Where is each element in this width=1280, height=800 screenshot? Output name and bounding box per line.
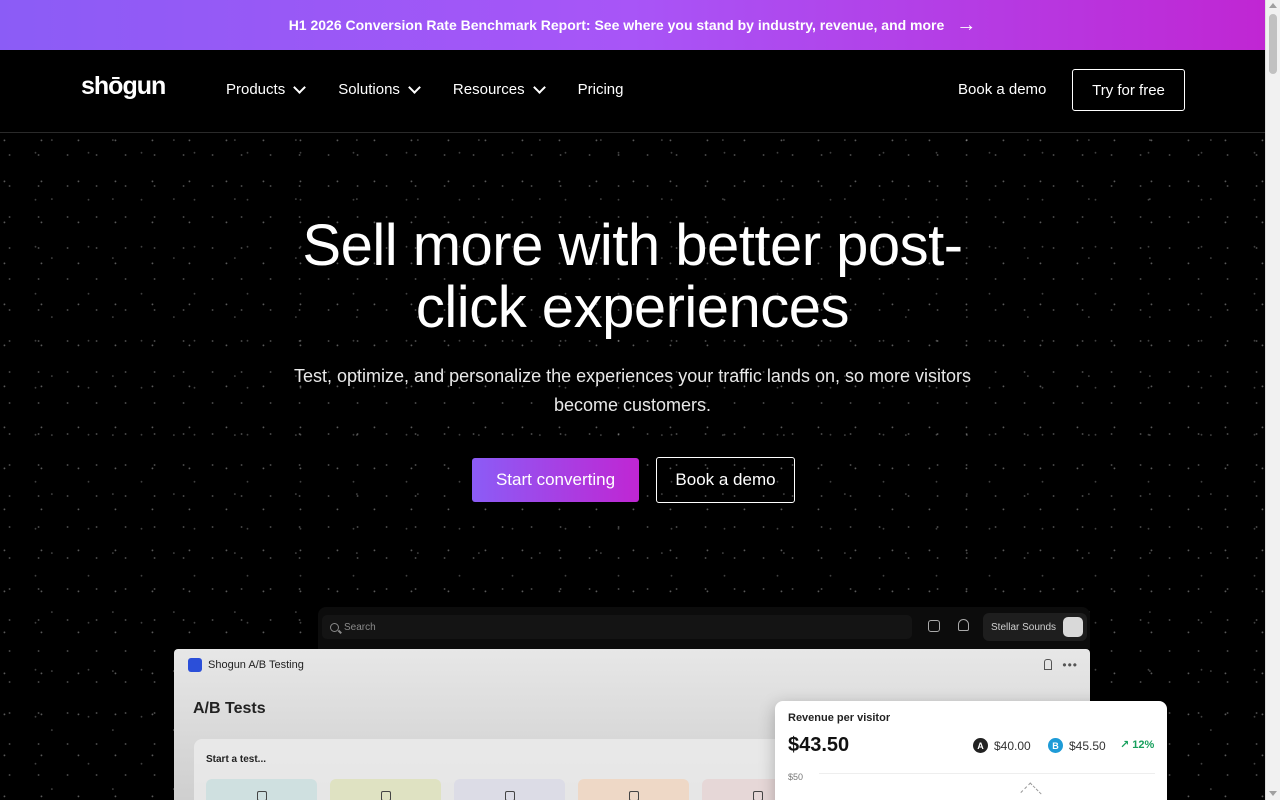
hero-title-line-1: Sell more with better post- <box>302 213 963 278</box>
more-icon: ••• <box>1062 658 1078 672</box>
try-for-free-button[interactable]: Try for free <box>1072 69 1185 111</box>
variant-a-value: $40.00 <box>994 738 1031 753</box>
variant-a-badge: A <box>973 738 988 753</box>
revenue-gridline <box>819 773 1155 774</box>
nav-item-products[interactable]: Products <box>226 80 307 98</box>
hero-section: Sell more with better post- click experi… <box>0 133 1265 800</box>
variant-b: B $45.50 <box>1048 738 1106 753</box>
variant-b-value: $45.50 <box>1069 738 1106 753</box>
app-search-placeholder: Search <box>344 621 376 633</box>
template-icon <box>504 791 515 800</box>
arrow-right-icon[interactable]: → <box>956 15 976 35</box>
chevron-down-icon <box>408 80 421 94</box>
hero-title: Sell more with better post- click experi… <box>0 215 1265 339</box>
store-avatar <box>1063 617 1083 637</box>
page: H1 2026 Conversion Rate Benchmark Report… <box>0 0 1280 800</box>
app-panel-header: Shogun A/B Testing <box>174 649 1090 681</box>
revenue-card-value: $43.50 <box>788 734 850 756</box>
test-type-tile <box>578 779 689 800</box>
scroll-down-icon[interactable] <box>1269 791 1277 796</box>
scroll-up-icon[interactable] <box>1269 3 1277 8</box>
main-nav: shōgun Products Solutions Resources Pric… <box>0 50 1265 133</box>
nav-item-label: Resources <box>452 81 525 98</box>
bell-icon <box>958 619 969 631</box>
app-preview-topbar: Search Stellar Sounds <box>318 607 1090 649</box>
tag-icon <box>752 791 763 800</box>
store-switcher: Stellar Sounds <box>983 613 1087 641</box>
page-scrollbar[interactable] <box>1265 0 1280 800</box>
search-icon <box>330 622 339 632</box>
start-converting-button[interactable]: Start converting <box>472 458 639 502</box>
revenue-per-visitor-card: Revenue per visitor $43.50 A $40.00 B $4… <box>775 701 1167 800</box>
nav-item-solutions[interactable]: Solutions <box>338 80 421 98</box>
test-type-tile <box>330 779 441 800</box>
nav-item-label: Solutions <box>338 81 400 98</box>
shogun-app-icon <box>188 658 202 672</box>
test-type-tile <box>454 779 565 800</box>
hero-subtitle-line-2: become customers. <box>553 395 712 415</box>
hero-subtitle: Test, optimize, and personalize the expe… <box>270 362 995 420</box>
banner-text[interactable]: H1 2026 Conversion Rate Benchmark Report… <box>289 17 945 33</box>
nav-links: Products Solutions Resources Pricing <box>226 80 657 98</box>
app-name: Shogun A/B Testing <box>208 659 304 671</box>
nav-item-label: Pricing <box>577 81 624 98</box>
nav-item-resources[interactable]: Resources <box>452 80 546 98</box>
book-demo-link[interactable]: Book a demo <box>958 81 1046 98</box>
store-name: Stellar Sounds <box>991 621 1057 633</box>
ab-tests-title: A/B Tests <box>193 700 266 717</box>
page-icon <box>256 791 267 800</box>
nav-item-label: Products <box>226 81 286 98</box>
scrollbar-thumb[interactable] <box>1269 14 1277 74</box>
start-test-label: Start a test... <box>206 754 267 765</box>
announcement-banner[interactable]: H1 2026 Conversion Rate Benchmark Report… <box>0 0 1265 50</box>
pin-icon <box>1044 659 1052 670</box>
revenue-axis-label: $50 <box>788 772 804 782</box>
layout-icon <box>628 791 639 800</box>
copy-icon <box>380 791 391 800</box>
revenue-lift: ↗ 12% <box>1120 739 1155 751</box>
test-type-tile <box>206 779 317 800</box>
revenue-card-label: Revenue per visitor <box>788 712 891 724</box>
variant-b-badge: B <box>1048 738 1063 753</box>
variant-a: A $40.00 <box>973 738 1031 753</box>
app-search-bar: Search <box>322 615 912 639</box>
nav-item-pricing[interactable]: Pricing <box>578 81 624 98</box>
book-demo-button[interactable]: Book a demo <box>656 457 795 503</box>
hero-title-line-2: click experiences <box>415 275 850 340</box>
chevron-down-icon <box>532 80 546 94</box>
chart-peak-marker <box>1020 782 1042 800</box>
chevron-down-icon <box>293 80 307 94</box>
inbox-icon <box>928 620 940 632</box>
hero-subtitle-line-1: Test, optimize, and personalize the expe… <box>294 366 971 386</box>
start-test-card: Start a test... <box>194 739 834 800</box>
shogun-logo[interactable]: shōgun <box>81 72 166 101</box>
